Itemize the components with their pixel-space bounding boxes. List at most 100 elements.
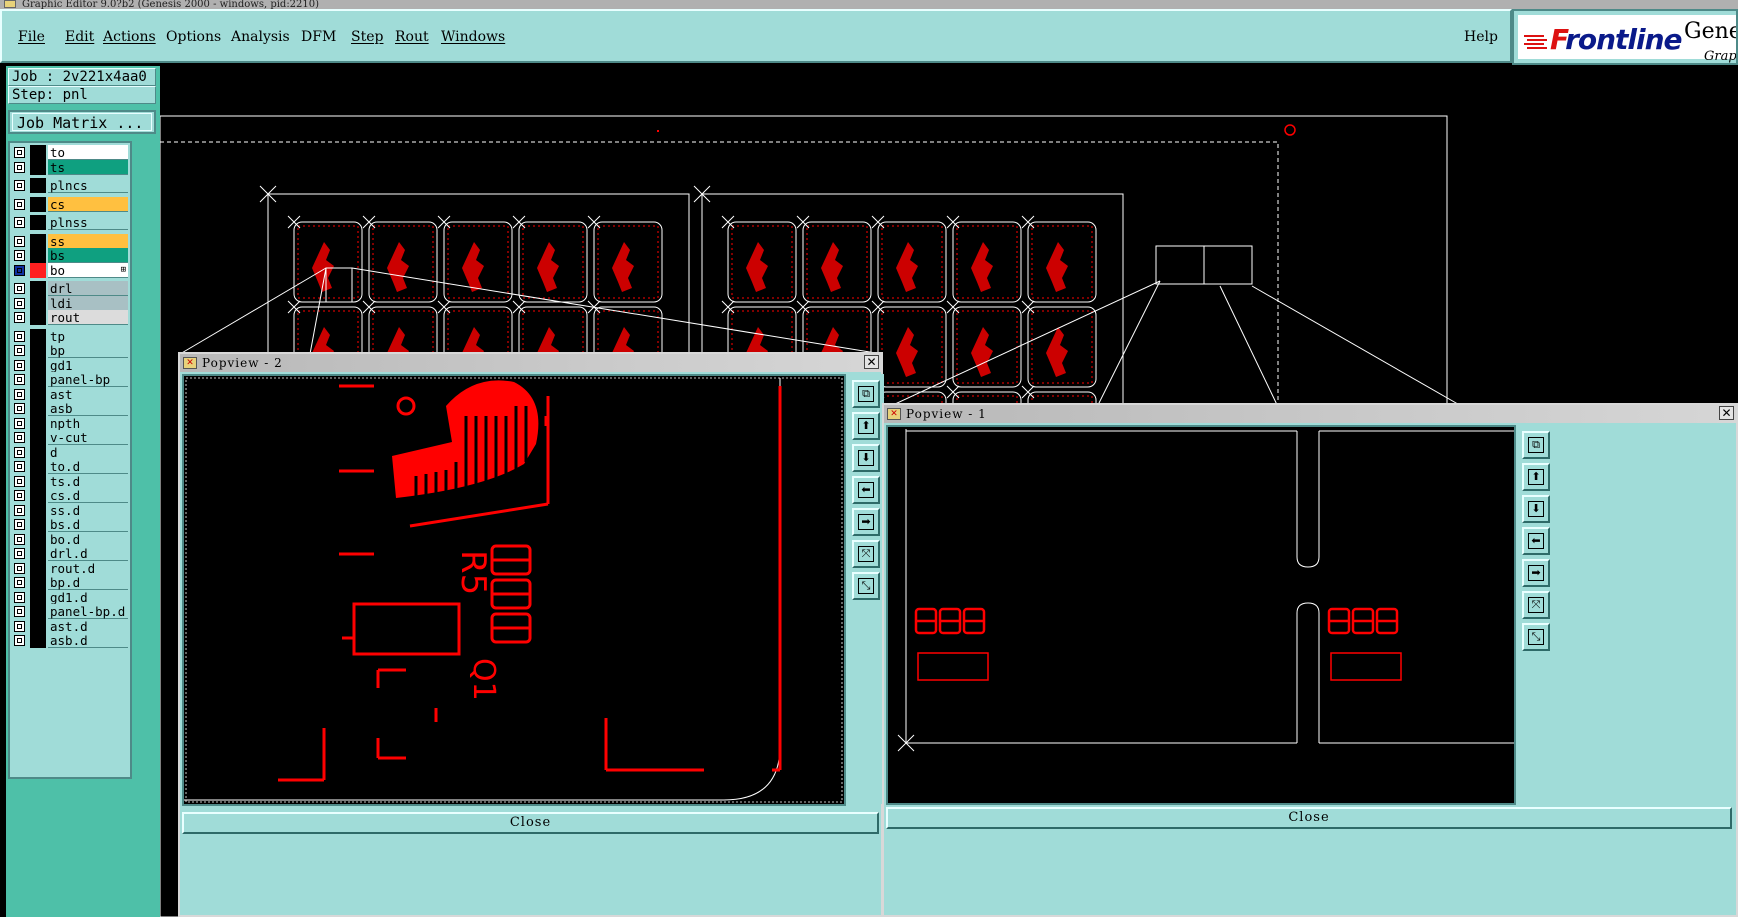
layer-row-d[interactable]: d [12,444,128,460]
pan-right-button[interactable]: ➡ [1522,559,1550,587]
layer-name[interactable]: to [48,145,128,160]
job-matrix-button[interactable]: Job Matrix ... [8,110,156,134]
layer-row-ts[interactable]: ts [12,159,128,175]
layer-row-rout.d[interactable]: rout.d [12,560,128,576]
layer-checkbox[interactable] [14,577,25,588]
layer-checkbox[interactable] [14,446,25,458]
layer-name[interactable]: ts [48,159,128,175]
layer-name[interactable]: npth [48,415,128,431]
layer-name[interactable]: cs.d [48,488,128,503]
menu-options[interactable]: Options [166,29,221,45]
layer-name[interactable]: bs.d [48,517,128,532]
layer-name[interactable]: ast [48,386,128,402]
layer-row-panel-bp.d[interactable]: panel-bp.d [12,604,128,619]
layer-checkbox[interactable] [14,161,25,173]
zoom-out-button[interactable]: ⤡ [1522,623,1550,651]
layer-name[interactable]: panel-bp.d [48,604,128,619]
layer-name[interactable]: gd1.d [48,589,128,605]
layer-checkbox[interactable] [14,417,25,429]
layer-checkbox[interactable] [14,403,25,414]
layer-row-ss[interactable]: ss [12,233,128,249]
layer-checkbox[interactable] [14,620,25,632]
layer-name[interactable]: ss [48,233,128,249]
layer-name[interactable]: rout.d [48,560,128,576]
layer-row-asb.d[interactable]: asb.d [12,633,128,648]
pan-down-button[interactable]: ⬇ [1522,495,1550,523]
layer-checkbox[interactable] [14,250,25,261]
menu-analysis[interactable]: Analysis [231,29,290,45]
layer-name[interactable]: ldi [48,295,128,311]
layer-checkbox[interactable] [14,562,25,574]
layer-checkbox[interactable] [14,591,25,603]
menu-dfm[interactable]: DFM [301,29,336,45]
layer-row-bs[interactable]: bs [12,248,128,263]
layer-name[interactable]: panel-bp [48,372,128,387]
layer-row-bp[interactable]: bp [12,343,128,358]
pan-up-button[interactable]: ⬆ [852,412,880,440]
layer-name[interactable]: ts.d [48,473,128,489]
zoom-in-button[interactable]: ⤧ [1522,591,1550,619]
layer-checkbox[interactable] [14,147,25,158]
layer-checkbox[interactable] [14,374,25,385]
pan-down-button[interactable]: ⬇ [852,444,880,472]
layer-row-cs[interactable]: cs [12,196,128,212]
menu-rout[interactable]: Rout [395,29,429,45]
layer-checkbox[interactable] [14,606,25,617]
pan-left-button[interactable]: ⬅ [1522,527,1550,555]
menu-step[interactable]: Step [351,29,383,45]
layer-checkbox[interactable] [14,283,25,294]
layer-row-drl.d[interactable]: drl.d [12,546,128,561]
layer-name[interactable]: tp [48,328,128,344]
popview-2-close-button[interactable]: Close [182,812,879,834]
layer-row-ts.d[interactable]: ts.d [12,473,128,489]
layer-checkbox[interactable] [14,533,25,545]
layer-name[interactable]: bo.d [48,531,128,547]
menu-edit[interactable]: Edit [65,29,94,45]
zoom-out-button[interactable]: ⤡ [852,572,880,600]
layer-checkbox[interactable] [14,297,25,309]
layer-row-ast.d[interactable]: ast.d [12,618,128,634]
popview-1-view[interactable] [886,425,1516,805]
layer-checkbox[interactable] [14,548,25,559]
layer-row-gd1[interactable]: gd1 [12,357,128,373]
layer-name[interactable]: d [48,444,128,460]
layer-row-bo.d[interactable]: bo.d [12,531,128,547]
layer-checkbox[interactable] [14,235,25,247]
layer-name[interactable]: ast.d [48,618,128,634]
menu-windows[interactable]: Windows [441,29,505,45]
layer-row-plncs[interactable]: plncs [12,178,128,193]
layer-checkbox[interactable] [14,432,25,443]
zoom-window-button[interactable]: ⧉ [1522,431,1550,459]
popview-2-view[interactable]: R5 Q1 [182,374,846,806]
layer-name[interactable]: ss.d [48,502,128,518]
layer-name[interactable]: plncs [48,178,128,193]
layer-name[interactable]: gd1 [48,357,128,373]
layer-name[interactable]: asb.d [48,633,128,648]
layer-row-to.d[interactable]: to.d [12,459,128,474]
layer-checkbox[interactable] [14,388,25,400]
layer-row-cs.d[interactable]: cs.d [12,488,128,503]
layer-row-tp[interactable]: tp [12,328,128,344]
layer-row-asb[interactable]: asb [12,401,128,416]
layer-row-panel-bp[interactable]: panel-bp [12,372,128,387]
layer-name[interactable]: drl [48,281,128,296]
menu-file[interactable]: File [18,29,45,45]
layer-checkbox[interactable] [14,519,25,530]
layer-row-to[interactable]: to [12,145,128,160]
layer-row-plnss[interactable]: plnss [12,215,128,230]
layer-row-v-cut[interactable]: v-cut [12,430,128,445]
popview-1-close-button[interactable]: Close [886,807,1732,829]
pan-right-button[interactable]: ➡ [852,508,880,536]
layer-name[interactable]: bp [48,343,128,358]
layer-row-gd1.d[interactable]: gd1.d [12,589,128,605]
popview-1-close-icon[interactable]: ✕ [1719,406,1734,420]
menu-actions[interactable]: Actions [103,29,156,45]
layer-checkbox[interactable] [14,264,25,276]
layer-checkbox[interactable] [14,330,25,342]
layer-checkbox[interactable] [14,359,25,371]
layer-name[interactable]: to.d [48,459,128,474]
zoom-window-button[interactable]: ⧉ [852,380,880,408]
pan-up-button[interactable]: ⬆ [1522,463,1550,491]
popview-2-titlebar[interactable]: ✕ Popview - 2 ✕ [180,354,881,372]
layer-name[interactable]: drl.d [48,546,128,561]
